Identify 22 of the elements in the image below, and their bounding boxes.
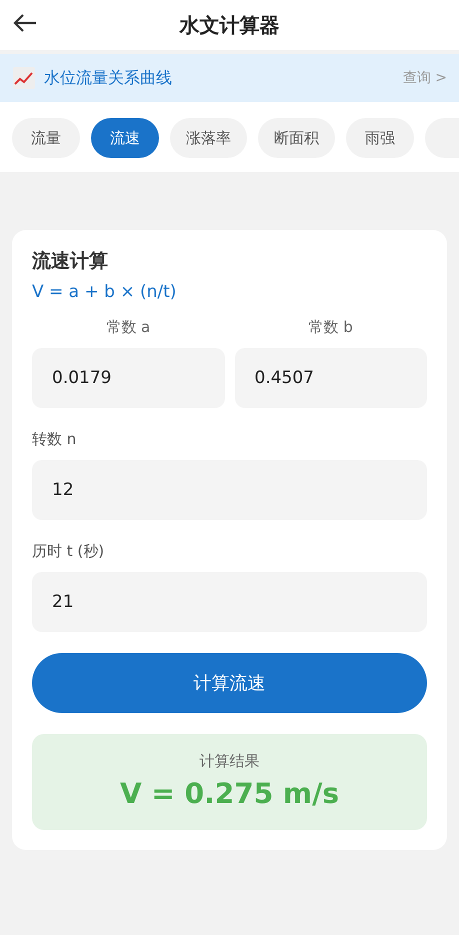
curve-banner[interactable]: 水位流量关系曲线 查询 > <box>0 54 459 102</box>
result-value: V = 0.275 m/s <box>120 777 339 810</box>
field-label: 常数 a <box>105 318 152 337</box>
calculator-tab[interactable]: 流速 <box>91 118 159 158</box>
chart-icon <box>12 66 36 90</box>
input-field[interactable]: 0.4507 <box>234 348 427 408</box>
field-label: 历时 t (秒) <box>32 542 106 561</box>
banner-label: 水位流量关系曲线 <box>44 68 173 88</box>
page-title: 水文计算器 <box>180 12 280 38</box>
input-field[interactable]: 0.0179 <box>32 348 224 408</box>
input-field[interactable]: 12 <box>32 460 427 520</box>
calculator-tab[interactable]: 断面积 <box>258 118 335 158</box>
field-label: 常数 b <box>308 318 354 337</box>
card-title: 流速计算 <box>32 249 109 274</box>
input-field[interactable]: 21 <box>32 572 427 632</box>
calculator-tab[interactable]: 流量 <box>12 118 80 158</box>
formula: V = a + b × (n/t) <box>32 282 178 302</box>
field-label: 转数 n <box>32 430 78 449</box>
result-label: 计算结果 <box>200 752 260 771</box>
calculate-button[interactable]: 计算流速 <box>32 653 427 713</box>
calculator-tab[interactable]: 雨强 <box>346 118 414 158</box>
calculator-tab[interactable]: 涨落率 <box>170 118 247 158</box>
